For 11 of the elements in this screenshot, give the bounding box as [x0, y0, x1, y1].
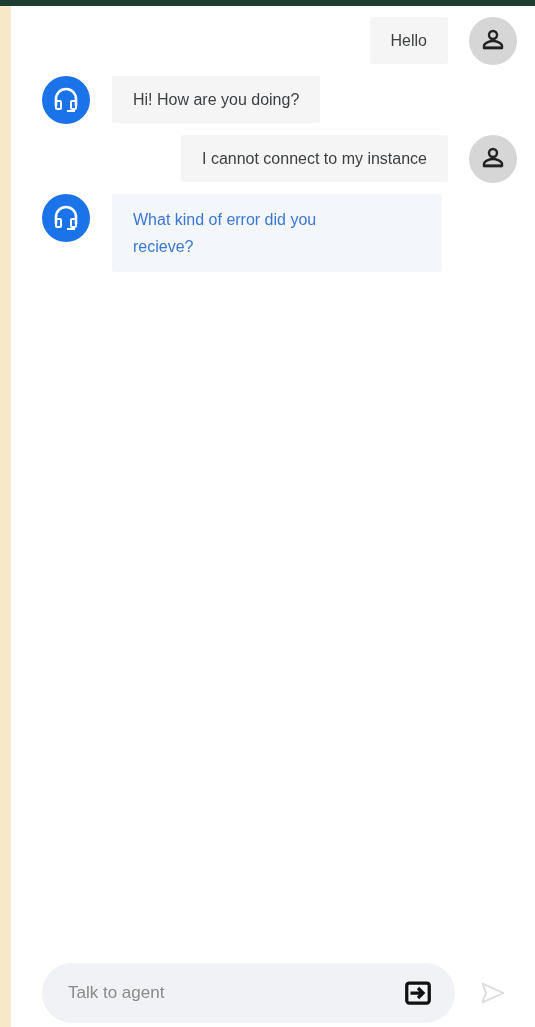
user-avatar-icon	[469, 17, 517, 65]
text-input[interactable]: Talk to agent	[66, 982, 403, 1004]
headset-avatar-icon	[42, 194, 90, 242]
message-input-field[interactable]: Talk to agent	[42, 963, 455, 1023]
message-bubble: Hi! How are you doing?	[112, 76, 321, 123]
message-bubble: I cannot connect to my instance	[181, 135, 448, 182]
message-bubble: What kind of error did you recieve?	[112, 194, 442, 272]
headset-avatar-icon	[42, 76, 90, 124]
enter-icon[interactable]	[403, 978, 433, 1008]
message-bubble: Hello	[369, 17, 448, 64]
user-avatar-icon	[469, 135, 517, 183]
